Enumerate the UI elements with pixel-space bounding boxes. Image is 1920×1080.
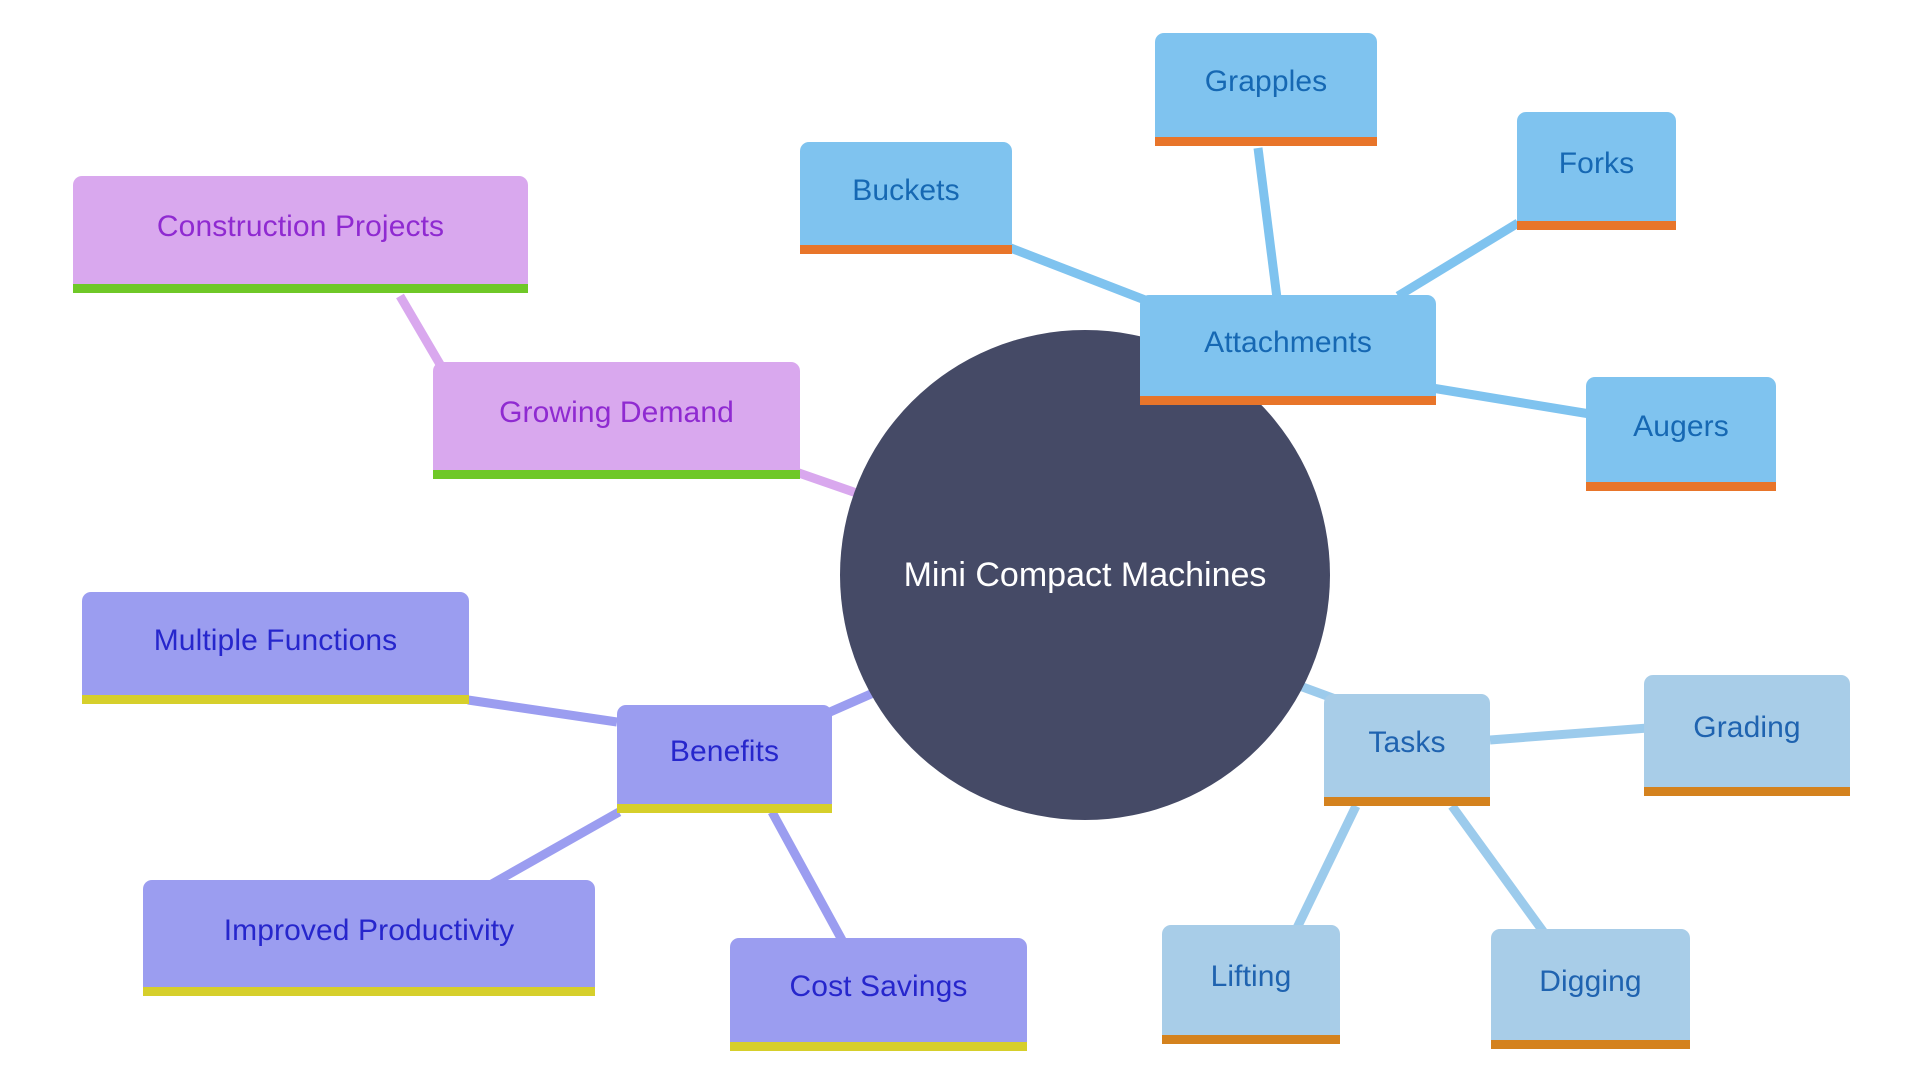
- edge-benefits-improved: [487, 808, 622, 889]
- node-augers[interactable]: Augers: [1586, 377, 1776, 491]
- node-growing-demand-node[interactable]: Growing Demand: [433, 362, 800, 479]
- edge-attachments-buckets: [1006, 242, 1147, 305]
- node-grapples[interactable]: Grapples: [1155, 33, 1377, 146]
- node-forks[interactable]: Forks: [1517, 112, 1676, 230]
- edge-attachments-forks: [1395, 219, 1521, 300]
- node-digging[interactable]: Digging: [1491, 929, 1690, 1049]
- node-lifting[interactable]: Lifting: [1162, 925, 1340, 1044]
- node-label-benefits-node: Benefits: [669, 734, 780, 768]
- node-label-buckets: Buckets: [852, 173, 960, 207]
- node-construction-projects[interactable]: Construction Projects: [73, 176, 528, 293]
- node-label-improved-productivity: Improved Productivity: [223, 913, 515, 947]
- node-label-multiple-functions: Multiple Functions: [153, 623, 398, 657]
- edge-tasks-grading: [1489, 723, 1649, 745]
- edge-attachments-grapples: [1253, 147, 1282, 299]
- node-label-tasks-node: Tasks: [1368, 725, 1446, 759]
- node-cost-savings[interactable]: Cost Savings: [730, 938, 1027, 1051]
- node-label-grapples: Grapples: [1204, 65, 1328, 98]
- node-label-augers: Augers: [1633, 409, 1729, 443]
- node-label-attachments-node: Attachments: [1204, 325, 1372, 359]
- edge-benefits-multiple: [467, 695, 618, 727]
- node-label-growing-demand-node: Growing Demand: [499, 396, 734, 429]
- node-label-forks: Forks: [1558, 146, 1635, 180]
- node-attachments-node[interactable]: Attachments: [1140, 295, 1436, 405]
- edge-benefits-cost: [768, 809, 846, 943]
- edge-tasks-lifting: [1291, 804, 1361, 932]
- node-improved-productivity[interactable]: Improved Productivity: [143, 880, 595, 996]
- node-buckets[interactable]: Buckets: [800, 142, 1012, 254]
- center-node-label: Mini Compact Machines: [903, 555, 1267, 594]
- edge-growing-construction: [396, 293, 445, 369]
- node-label-grading: Grading: [1693, 711, 1801, 744]
- node-label-lifting: Lifting: [1210, 960, 1292, 993]
- mindmap-canvas: Mini Compact Machines Attachments Buckets G…: [0, 0, 1920, 1080]
- edge-attachments-augers: [1431, 383, 1591, 419]
- node-multiple-functions[interactable]: Multiple Functions: [82, 592, 469, 704]
- edge-tasks-digging: [1448, 803, 1549, 937]
- node-tasks-node[interactable]: Tasks: [1324, 694, 1490, 806]
- node-label-construction-projects: Construction Projects: [156, 210, 445, 243]
- node-grading[interactable]: Grading: [1644, 675, 1850, 796]
- node-label-digging: Digging: [1539, 964, 1642, 998]
- node-label-cost-savings: Cost Savings: [789, 970, 968, 1003]
- node-benefits-node[interactable]: Benefits: [617, 705, 832, 813]
